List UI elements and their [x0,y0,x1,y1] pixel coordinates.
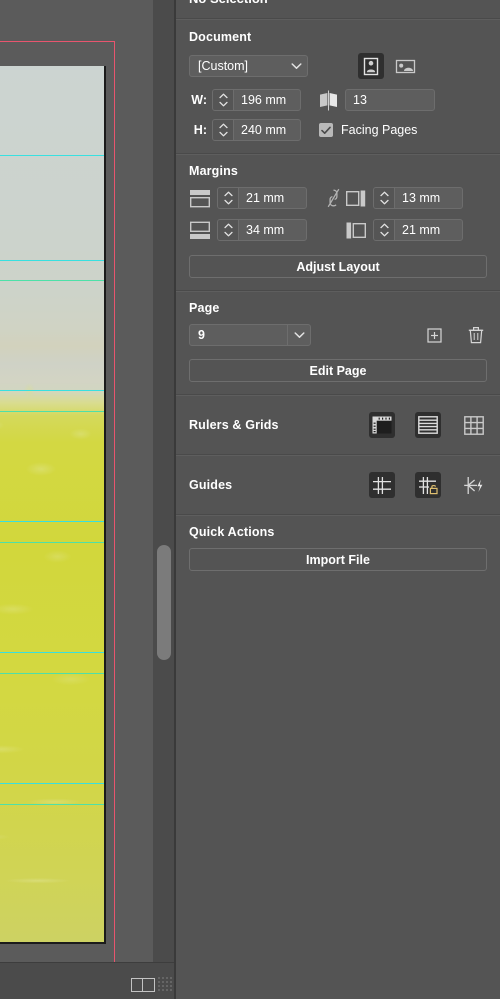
ruler-guide [0,260,104,261]
chevron-down-icon [287,325,310,345]
page-count-field[interactable]: 13 [345,89,435,111]
margin-left-icon [345,189,369,208]
ruler-guide [0,804,104,805]
margins-section-title: Margins [189,164,487,178]
edit-page-button[interactable]: Edit Page [189,359,487,382]
margin-right-icon [345,221,369,240]
margin-right-stepper[interactable] [374,220,395,240]
margin-top-value: 21 mm [239,188,306,208]
margin-top-stepfield[interactable]: 21 mm [217,187,307,209]
ruler-icon[interactable] [369,412,395,438]
document-grid-icon[interactable] [461,412,487,438]
panel-header: No Selection [176,0,500,18]
properties-panel: No Selection Document [Custom] [176,0,500,999]
guides-title: Guides [189,478,369,492]
pasteboard: u [0,0,152,962]
ruler-guide [0,673,104,674]
guides-toggles [369,472,487,498]
ruler-guide [0,652,104,653]
add-page-icon[interactable] [423,328,445,343]
orientation-landscape-button[interactable] [392,53,418,79]
margin-left-stepfield[interactable]: 13 mm [373,187,463,209]
margin-right-stepfield[interactable]: 21 mm [373,219,463,241]
document-preset-value: [Custom] [190,59,285,73]
document-section: Document [Custom] [176,20,500,153]
ruler-guide [0,280,104,281]
page-number-dropdown[interactable]: 9 [189,324,311,346]
page-section: Page 9 [176,292,500,394]
height-label: H: [189,123,207,137]
page-count-value: 13 [353,93,367,107]
chevron-down-icon [285,56,307,76]
link-broken-icon[interactable] [324,187,342,209]
rulers-grids-section: Rulers & Grids [176,396,500,454]
guides-section: Guides [176,456,500,514]
margin-top-stepper[interactable] [218,188,239,208]
rulers-grids-title: Rulers & Grids [189,418,369,432]
photo-texture [0,66,104,942]
adjust-layout-label: Adjust Layout [296,260,379,274]
ruler-guide [0,155,104,156]
guides-lock-icon[interactable] [415,472,441,498]
document-section-title: Document [189,30,487,44]
baseline-grid-icon[interactable] [415,412,441,438]
quick-actions-section: Quick Actions Import File [176,516,500,583]
adjust-layout-button[interactable]: Adjust Layout [189,255,487,278]
canvas-scrollbar-thumb[interactable] [157,545,171,660]
import-file-label: Import File [306,553,370,567]
page-number-value: 9 [190,328,287,342]
height-stepper[interactable] [213,120,234,140]
width-label: W: [189,93,207,107]
facing-pages-label: Facing Pages [341,123,417,137]
smart-guides-icon[interactable] [461,472,487,498]
edit-page-label: Edit Page [310,364,367,378]
facing-pages-spread-icon [315,90,341,111]
import-file-button[interactable]: Import File [189,548,487,571]
canvas-scrollbar-track[interactable] [153,0,175,962]
width-stepfield[interactable]: 196 mm [212,89,301,111]
quick-actions-title: Quick Actions [189,525,487,539]
facing-pages-checkbox[interactable] [319,123,333,137]
margin-left-value: 13 mm [395,188,462,208]
rulers-grids-toggles [369,412,487,438]
margin-bottom-icon [189,221,213,240]
ruler-guide [0,521,104,522]
ruler-guide [0,542,104,543]
width-stepper[interactable] [213,90,234,110]
margin-left-stepper[interactable] [374,188,395,208]
margin-bottom-stepper[interactable] [218,220,239,240]
resize-grip-icon[interactable] [158,977,172,991]
margins-section: Margins 21 mm [176,155,500,290]
margin-bottom-value: 34 mm [239,220,306,240]
ruler-guide [0,783,104,784]
margin-right-value: 21 mm [395,220,462,240]
margin-bottom-stepfield[interactable]: 34 mm [217,219,307,241]
indesign-window: u No Selection Document [Custom] [0,0,500,999]
facing-pages-checkbox-row[interactable]: Facing Pages [319,123,417,137]
page-section-title: Page [189,301,487,315]
panel-title: No Selection [189,0,268,6]
height-stepfield[interactable]: 240 mm [212,119,301,141]
orientation-portrait-button[interactable] [358,53,384,79]
spread-view-icon[interactable] [131,978,155,992]
ruler-guide [0,390,104,391]
ruler-guide [0,411,104,412]
width-value: 196 mm [234,90,300,110]
height-value: 240 mm [234,120,300,140]
margin-top-icon [189,189,213,208]
document-canvas[interactable]: u [0,0,176,999]
trash-icon[interactable] [465,326,487,344]
document-preset-dropdown[interactable]: [Custom] [189,55,308,77]
guides-icon[interactable] [369,472,395,498]
document-page[interactable]: u [0,66,104,942]
